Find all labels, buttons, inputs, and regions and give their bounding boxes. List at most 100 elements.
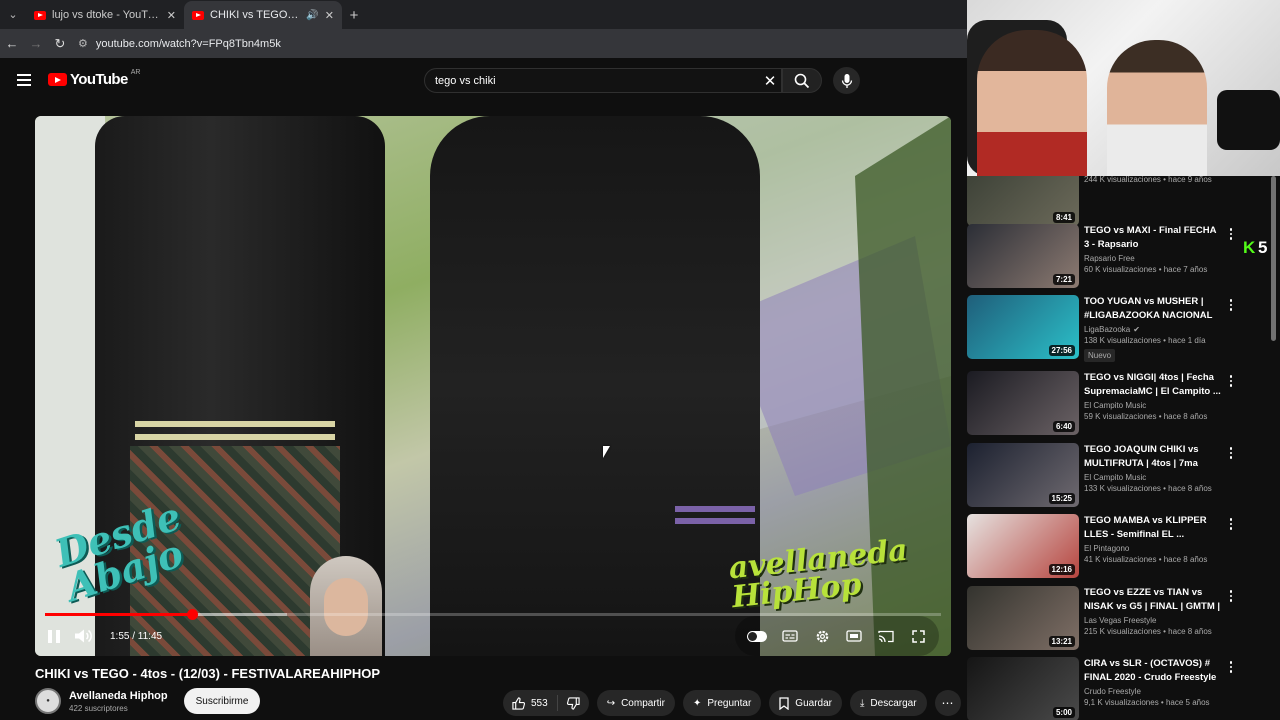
- forward-arrow-icon[interactable]: →: [24, 29, 48, 58]
- recommended-meta: 59 K visualizaciones • hace 8 años: [1084, 412, 1208, 421]
- thumbs-up-icon: [512, 696, 525, 710]
- recommended-title[interactable]: TEGO vs MAXI - Final FECHA 3 - Rapsario: [1084, 224, 1222, 252]
- video-thumbnail[interactable]: 15:25: [967, 443, 1079, 507]
- channel-avatar[interactable]: ●: [35, 688, 61, 714]
- more-horizontal-icon: ⋯: [941, 696, 954, 710]
- youtube-page: YouTube AR ✕: [0, 58, 967, 720]
- recommended-title[interactable]: TEGO MAMBA vs KLIPPER LLES - Semifinal E…: [1084, 514, 1222, 542]
- like-dislike-group: 553: [503, 690, 589, 716]
- close-tab-icon[interactable]: ✕: [167, 9, 176, 22]
- recommended-channel[interactable]: Rapsario Free: [1084, 254, 1222, 263]
- back-arrow-icon[interactable]: ←: [0, 29, 24, 58]
- bookmark-icon: [779, 696, 789, 710]
- video-thumbnail[interactable]: 7:21: [967, 224, 1079, 288]
- volume-icon[interactable]: [74, 629, 94, 643]
- video-thumbnail[interactable]: 5:00: [967, 657, 1079, 720]
- channel-name: LigaBazooka: [1084, 325, 1131, 334]
- reload-icon[interactable]: ↻: [48, 29, 72, 58]
- cuff-stripe: [675, 518, 755, 524]
- search-input[interactable]: [435, 74, 759, 87]
- search-button[interactable]: [782, 68, 822, 93]
- recommended-video[interactable]: 6:40 TEGO vs NIGGI| 4tos | Fecha Supremac…: [967, 371, 1267, 437]
- youtube-favicon-icon: [34, 10, 46, 20]
- cast-icon[interactable]: [877, 627, 895, 645]
- like-button[interactable]: 553: [503, 690, 557, 716]
- autoplay-toggle[interactable]: [747, 630, 767, 642]
- more-options-icon[interactable]: [1226, 590, 1236, 602]
- new-tab-button[interactable]: +: [342, 1, 366, 29]
- recommended-title[interactable]: TEGO vs EZZE vs TIAN vs NISAK vs G5 | FI…: [1084, 586, 1222, 614]
- thumbs-down-icon: [566, 696, 580, 710]
- more-options-icon[interactable]: [1226, 661, 1236, 673]
- fullscreen-icon[interactable]: [909, 627, 927, 645]
- studio-microphone: [1217, 90, 1280, 150]
- recommended-meta: 138 K visualizaciones • hace 1 día: [1084, 336, 1206, 345]
- more-options-icon[interactable]: [1226, 375, 1236, 387]
- more-options-icon[interactable]: [1226, 228, 1236, 240]
- channel-name[interactable]: Avellaneda Hiphop: [69, 690, 168, 702]
- share-label: Compartir: [621, 697, 665, 709]
- share-button[interactable]: ↪ Compartir: [596, 690, 675, 716]
- menu-hamburger-icon[interactable]: [17, 74, 31, 86]
- address-bar[interactable]: ⚙ youtube.com/watch?v=FPq8Tbn4m5k: [78, 33, 959, 55]
- like-count: 553: [531, 697, 548, 709]
- recommended-channel[interactable]: El Campito Music: [1084, 473, 1222, 482]
- tab-search-chevron-icon[interactable]: ⌄: [0, 0, 26, 29]
- more-options-icon[interactable]: [1226, 518, 1236, 530]
- clear-search-icon[interactable]: ✕: [759, 72, 781, 90]
- verified-check-icon: ✔: [1133, 325, 1140, 334]
- theater-mode-icon[interactable]: [845, 627, 863, 645]
- settings-gear-icon[interactable]: [813, 627, 831, 645]
- pause-icon[interactable]: [48, 629, 60, 643]
- recommended-channel[interactable]: Las Vegas Freestyle: [1084, 616, 1222, 625]
- video-thumbnail[interactable]: 12:16: [967, 514, 1079, 578]
- recommended-video[interactable]: 15:25 TEGO JOAQUIN CHIKI vs MULTIFRUTA | …: [967, 443, 1267, 509]
- sidebar-scrollbar[interactable]: [1271, 176, 1276, 341]
- download-button[interactable]: ⤓ Descargar: [849, 690, 927, 716]
- recommended-video[interactable]: 27:56 TOO YUGAN vs MUSHER | #LIGABAZOOKA …: [967, 295, 1267, 362]
- video-thumbnail[interactable]: 6:40: [967, 371, 1079, 435]
- youtube-logo[interactable]: YouTube AR: [48, 69, 140, 88]
- video-player[interactable]: Desde Abajo avellaneda HipHop 1:55 / 11:…: [35, 116, 951, 656]
- subtitles-icon[interactable]: [781, 627, 799, 645]
- recommended-meta: 9,1 K visualizaciones • hace 5 años: [1084, 698, 1210, 707]
- recommended-video[interactable]: 5:00 CIRA vs SLR - (OCTAVOS) # FINAL 2020…: [967, 657, 1267, 720]
- save-button[interactable]: Guardar: [769, 690, 842, 716]
- recommended-channel[interactable]: El Pintagono: [1084, 544, 1222, 553]
- video-thumbnail[interactable]: 27:56: [967, 295, 1079, 359]
- video-thumbnail[interactable]: 13:21: [967, 586, 1079, 650]
- recommended-channel[interactable]: LigaBazooka ✔: [1084, 325, 1222, 334]
- ask-button[interactable]: ✦ Preguntar: [682, 690, 762, 716]
- screen: ⌄ lujo vs dtoke - YouTube ✕ CHIKI vs TEG…: [0, 0, 1280, 720]
- more-actions-button[interactable]: ⋯: [934, 690, 961, 716]
- recommended-channel[interactable]: El Campito Music: [1084, 401, 1222, 410]
- tab-audio-icon[interactable]: 🔊: [306, 10, 318, 21]
- subscribe-button[interactable]: Suscribirme: [183, 688, 261, 714]
- browser-tab-2[interactable]: CHIKI vs TEGO - 4tos - (12/03) - FESTIVA…: [184, 1, 342, 29]
- streamer-left: [977, 30, 1087, 176]
- site-info-icon[interactable]: ⚙: [78, 37, 88, 50]
- browser-tab-1[interactable]: lujo vs dtoke - YouTube ✕: [26, 1, 184, 29]
- more-options-icon[interactable]: [1226, 299, 1236, 311]
- video-thumbnail[interactable]: 8:41: [967, 176, 1079, 226]
- recommended-title[interactable]: TOO YUGAN vs MUSHER | #LIGABAZOOKA NACIO…: [1084, 295, 1222, 323]
- voice-search-button[interactable]: [833, 67, 860, 94]
- save-label: Guardar: [795, 697, 832, 709]
- recommended-video[interactable]: 13:21 TEGO vs EZZE vs TIAN vs NISAK vs G5…: [967, 586, 1267, 652]
- dislike-button[interactable]: [558, 690, 589, 716]
- new-badge: Nuevo: [1084, 349, 1116, 362]
- recommended-title[interactable]: TEGO vs NIGGI| 4tos | Fecha SupremaciaMC…: [1084, 371, 1222, 399]
- sparkle-icon: ✦: [692, 697, 702, 709]
- download-icon: ⤓: [859, 697, 865, 709]
- recommended-video[interactable]: 7:21 TEGO vs MAXI - Final FECHA 3 - Rapsa…: [967, 224, 1267, 290]
- close-tab-icon[interactable]: ✕: [325, 9, 334, 22]
- recommended-title[interactable]: CIRA vs SLR - (OCTAVOS) # FINAL 2020 - C…: [1084, 657, 1222, 685]
- recommended-title[interactable]: TEGO JOAQUIN CHIKI vs MULTIFRUTA | 4tos …: [1084, 443, 1222, 471]
- more-options-icon[interactable]: [1226, 447, 1236, 459]
- recommended-video[interactable]: 12:16 TEGO MAMBA vs KLIPPER LLES - Semifi…: [967, 514, 1267, 580]
- recommended-video[interactable]: 8:41Irlanda Freestyle244 K visualizacion…: [967, 176, 1267, 228]
- player-controls-right: [735, 616, 939, 656]
- channel-name: Rapsario Free: [1084, 254, 1135, 263]
- video-duration: 15:25: [1048, 493, 1075, 504]
- recommended-channel[interactable]: Crudo Freestyle: [1084, 687, 1222, 696]
